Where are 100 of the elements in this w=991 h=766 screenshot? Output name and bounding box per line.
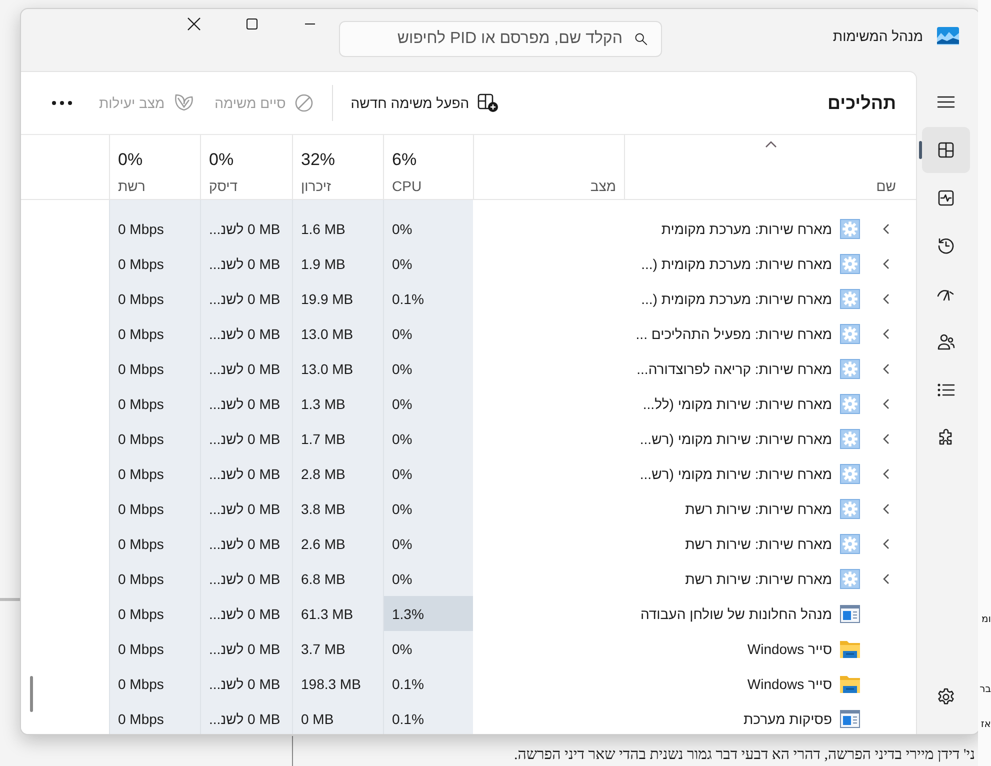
chevron-icon[interactable] — [882, 398, 890, 410]
cpu-cell: 0% — [383, 246, 473, 281]
chevron-icon[interactable] — [882, 432, 890, 444]
app-window-icon — [840, 604, 860, 622]
network-cell: 0 Mbps — [109, 596, 200, 631]
memory-cell: 13.0 MB — [292, 351, 383, 386]
chevron-icon[interactable] — [882, 258, 890, 270]
disk-cell: 0 MB לשנ... — [200, 386, 292, 421]
page-title: תהליכים — [828, 92, 896, 114]
cpu-cell: 0% — [383, 351, 473, 386]
memory-cell: 6.8 MB — [292, 561, 383, 596]
column-label: רשת — [118, 178, 146, 194]
cpu-cell: 1.3% — [383, 596, 473, 631]
network-cell: 0 Mbps — [109, 491, 200, 526]
memory-cell: 3.7 MB — [292, 631, 383, 666]
chevron-icon[interactable] — [882, 538, 890, 550]
column-label: שם — [876, 178, 896, 194]
minimize-icon — [304, 23, 316, 25]
gear-icon — [840, 428, 860, 448]
column-label: זיכרון — [301, 178, 331, 194]
cpu-cell: 0% — [383, 316, 473, 351]
disk-cell: 0 MB לשנ... — [200, 316, 292, 351]
users-icon — [936, 332, 956, 352]
network-cell: 0 Mbps — [109, 666, 200, 701]
gear-icon — [840, 288, 860, 308]
search-icon — [634, 32, 648, 46]
more-icon — [51, 100, 73, 106]
nav-item[interactable] — [922, 127, 970, 173]
gear-icon — [840, 394, 860, 414]
memory-cell: 2.6 MB — [292, 526, 383, 561]
process-name: מארח שירות: קריאה לפרוצדורה... — [636, 360, 832, 376]
column-label: CPU — [392, 178, 422, 194]
network-cell: 0 Mbps — [109, 701, 200, 734]
toolbar-button[interactable]: הפעל משימה חדשה — [340, 87, 510, 119]
new-task-icon — [477, 93, 500, 113]
disk-cell: 0 MB לשנ... — [200, 526, 292, 561]
leaf-icon — [172, 93, 195, 113]
network-cell: 0 Mbps — [109, 316, 200, 351]
process-name: פסיקות מערכת — [743, 710, 832, 726]
usage-percent: 32% — [301, 150, 336, 170]
network-cell: 0 Mbps — [109, 200, 200, 246]
network-cell: 0 Mbps — [109, 561, 200, 596]
process-name: מארח שירות: שירות מקומי (לל... — [642, 396, 832, 412]
network-cell: 0 Mbps — [109, 351, 200, 386]
chevron-icon[interactable] — [882, 502, 890, 514]
sort-caret-icon — [764, 141, 776, 148]
gear-icon — [840, 534, 860, 554]
disk-cell: 0 MB לשנ... — [200, 421, 292, 456]
process-name: מנהל החלונות של שולחן העבודה — [640, 606, 832, 622]
chevron-icon[interactable] — [882, 362, 890, 374]
disk-cell: 0 MB לשנ... — [200, 351, 292, 386]
process-name: סייר Windows — [747, 640, 832, 656]
process-name: מארח שירות: מערכת מקומית — [661, 220, 832, 236]
search-field[interactable]: הקלד שם, מפרסם או PID לחיפוש — [338, 21, 662, 57]
disk-cell: 0 MB לשנ... — [200, 491, 292, 526]
network-cell: 0 Mbps — [109, 456, 200, 491]
gear-icon — [840, 498, 860, 518]
column-header[interactable]: מצב — [473, 135, 624, 199]
scrollbar-thumb[interactable] — [30, 676, 33, 712]
memory-cell: 61.3 MB — [292, 596, 383, 631]
chevron-icon[interactable] — [882, 292, 890, 304]
gear-icon — [840, 464, 860, 484]
maximize-icon — [246, 18, 258, 30]
cpu-cell: 0% — [383, 421, 473, 456]
process-name: מארח שירות: מערכת מקומית (... — [641, 290, 832, 306]
app-window-icon — [840, 710, 860, 728]
memory-cell: 1.9 MB — [292, 246, 383, 281]
process-name: מארח שירות: שירות רשת — [685, 570, 832, 586]
document-text: בר — [980, 684, 991, 695]
apps-grid-icon — [936, 140, 956, 160]
disk-cell: 0 MB לשנ... — [200, 666, 292, 701]
folder-icon — [840, 674, 860, 692]
cpu-cell: 0% — [383, 526, 473, 561]
memory-cell: 13.0 MB — [292, 316, 383, 351]
gear-icon — [840, 218, 860, 238]
chevron-icon[interactable] — [882, 222, 890, 234]
document-text: ומ — [981, 614, 991, 625]
column-header[interactable]: שם — [624, 135, 916, 199]
folder-icon — [840, 640, 860, 658]
cpu-cell: 0% — [383, 631, 473, 666]
memory-cell: 1.3 MB — [292, 386, 383, 421]
chevron-icon[interactable] — [882, 572, 890, 584]
memory-cell: 1.6 MB — [292, 200, 383, 246]
cpu-cell: 0% — [383, 561, 473, 596]
process-name: מארח שירות: שירות מקומי (רש... — [640, 466, 832, 482]
process-name: מארח שירות: שירות רשת — [685, 500, 832, 516]
cpu-cell: 0% — [383, 456, 473, 491]
memory-cell: 2.8 MB — [292, 456, 383, 491]
cpu-cell: 0.1% — [383, 666, 473, 701]
chevron-icon[interactable] — [882, 328, 890, 340]
usage-percent: 0% — [118, 150, 143, 170]
memory-cell: 198.3 MB — [292, 666, 383, 701]
process-name: סייר Windows — [747, 676, 832, 692]
chevron-icon[interactable] — [882, 468, 890, 480]
cpu-cell: 0% — [383, 386, 473, 421]
column-label: דיסק — [209, 178, 238, 194]
memory-cell: 0 MB — [292, 701, 383, 734]
disk-cell: 0 MB לשנ... — [200, 631, 292, 666]
network-cell: 0 Mbps — [109, 421, 200, 456]
column-header[interactable]: 6% CPU — [383, 135, 473, 199]
